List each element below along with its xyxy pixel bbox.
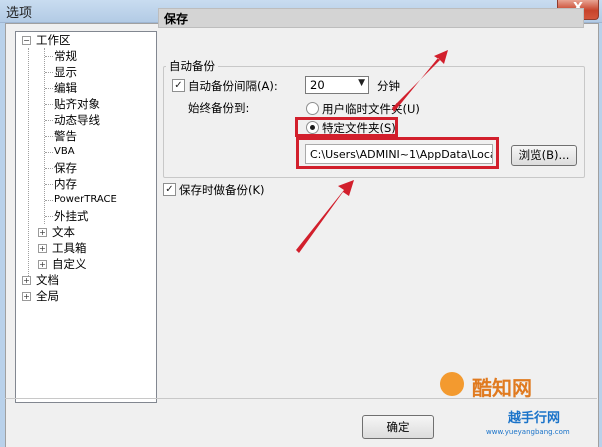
tree-item-label: 全局 (36, 289, 59, 303)
tree-line (45, 88, 53, 89)
tree-item-label: 外挂式 (54, 209, 89, 223)
tree-line (45, 168, 53, 169)
interval-value: 20 (310, 78, 325, 92)
watermark-brand: 酷知网 (472, 376, 532, 400)
watermark-logo-icon (440, 372, 464, 396)
expand-icon[interactable]: + (22, 276, 31, 285)
expand-icon[interactable]: + (22, 292, 31, 301)
tree-item-label: 自定义 (52, 257, 87, 271)
collapse-icon[interactable]: − (22, 36, 31, 45)
tree-line (45, 216, 53, 217)
browse-button[interactable]: 浏览(B)... (511, 145, 577, 166)
expand-icon[interactable]: + (38, 244, 47, 253)
ok-button[interactable]: 确定 (362, 415, 434, 439)
expand-icon[interactable]: + (38, 228, 47, 237)
window-title: 选项 (6, 6, 33, 21)
tree-line (45, 72, 53, 73)
tree-line (45, 120, 53, 121)
auto-backup-label: 自动备份间隔(A): (188, 79, 278, 93)
backup-interval-select[interactable]: 20 ▼ (305, 76, 369, 94)
watermark-url: www.yueyangbang.com (486, 428, 570, 436)
highlight-box-path (296, 137, 499, 169)
group-title: 自动备份 (166, 58, 218, 74)
user-temp-radio[interactable] (306, 102, 319, 115)
auto-backup-checkbox[interactable]: ✓ (172, 79, 185, 92)
user-temp-label: 用户临时文件夹(U) (322, 102, 420, 116)
tree-item-label: 动态导线 (54, 113, 100, 127)
tree-item-label: 文本 (52, 225, 75, 239)
tree-line (45, 200, 53, 201)
backup-on-save-checkbox[interactable]: ✓ (163, 183, 176, 196)
expand-icon[interactable]: + (38, 260, 47, 269)
tree-line (45, 104, 53, 105)
tree-item-label: VBA (54, 146, 75, 157)
tree-line (28, 48, 29, 284)
interval-unit: 分钟 (377, 79, 400, 93)
ok-label: 确定 (386, 420, 410, 434)
tree-item-label: 贴齐对象 (54, 97, 100, 111)
chevron-down-icon: ▼ (358, 78, 365, 88)
tree-item-label: 保存 (54, 161, 77, 175)
tree-item-label: 工作区 (36, 33, 71, 47)
tree-line (45, 184, 53, 185)
tree-item-label: 显示 (54, 65, 77, 79)
tree-item-label: PowerTRACE (54, 194, 117, 205)
tree-item-label: 警告 (54, 129, 77, 143)
options-tree[interactable]: − 工作区 常规 显示 编辑 贴齐对象 动态导线 警告 VBA 保存 内存 Po… (15, 31, 157, 403)
tree-item-label: 内存 (54, 177, 77, 191)
tree-item-label: 工具箱 (52, 241, 87, 255)
section-header: 保存 (158, 8, 584, 28)
tree-item-label: 文档 (36, 273, 59, 287)
browse-label: 浏览(B)... (518, 148, 570, 162)
backup-to-label: 始终备份到: (188, 101, 250, 115)
watermark-brand2: 越手行网 (508, 411, 561, 426)
highlight-box-radio (295, 117, 398, 137)
tree-line (45, 136, 53, 137)
backup-on-save-label: 保存时做备份(K) (179, 183, 265, 197)
tree-item-label: 编辑 (54, 81, 77, 95)
tree-item-label: 常规 (54, 49, 77, 63)
tree-line (45, 152, 53, 153)
tree-line (45, 56, 53, 57)
